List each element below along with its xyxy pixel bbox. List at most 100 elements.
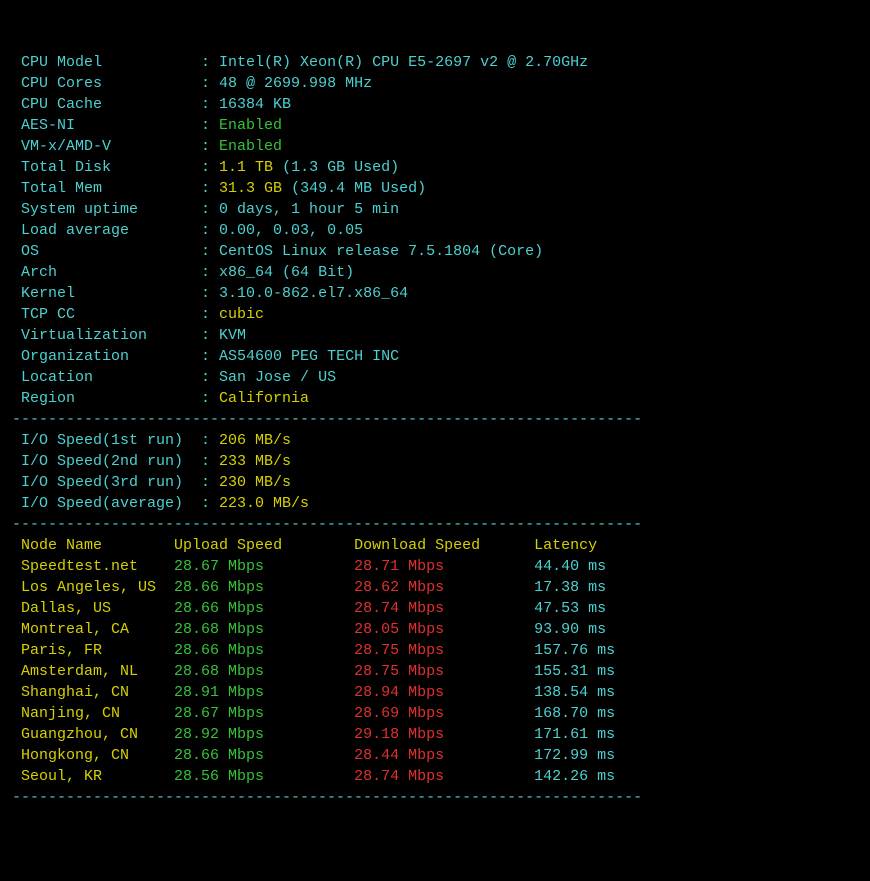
- io-label: I/O Speed(3rd run): [12, 474, 201, 491]
- io-value: 230 MB/s: [219, 474, 291, 491]
- download-speed: 28.94 Mbps: [354, 684, 534, 701]
- sys-label: System uptime: [12, 201, 201, 218]
- download-speed: 28.05 Mbps: [354, 621, 534, 638]
- latency: 47.53 ms: [534, 600, 606, 617]
- sys-label: OS: [12, 243, 201, 260]
- colon: :: [201, 117, 219, 134]
- node-name: Seoul, KR: [21, 768, 174, 785]
- colon: :: [201, 348, 219, 365]
- colon: :: [201, 327, 219, 344]
- sys-value: San Jose / US: [219, 369, 336, 386]
- upload-speed: 28.66 Mbps: [174, 600, 354, 617]
- sys-value: 31.3 GB: [219, 180, 282, 197]
- latency: 172.99 ms: [534, 747, 615, 764]
- node-name: Shanghai, CN: [21, 684, 174, 701]
- colon: :: [201, 432, 219, 449]
- divider: ----------------------------------------…: [12, 411, 642, 428]
- sys-extra: (349.4 MB Used): [282, 180, 426, 197]
- io-value: 223.0 MB/s: [219, 495, 309, 512]
- download-speed: 28.75 Mbps: [354, 663, 534, 680]
- node-name: Los Angeles, US: [21, 579, 174, 596]
- colon: :: [201, 96, 219, 113]
- sys-label: CPU Model: [12, 54, 201, 71]
- download-speed: 28.62 Mbps: [354, 579, 534, 596]
- sys-value: AS54600 PEG TECH INC: [219, 348, 399, 365]
- upload-speed: 28.67 Mbps: [174, 705, 354, 722]
- sys-label: Organization: [12, 348, 201, 365]
- node-name: Guangzhou, CN: [21, 726, 174, 743]
- upload-speed: 28.66 Mbps: [174, 642, 354, 659]
- colon: :: [201, 453, 219, 470]
- sys-label: CPU Cores: [12, 75, 201, 92]
- latency: 155.31 ms: [534, 663, 615, 680]
- sys-value: KVM: [219, 327, 246, 344]
- io-value: 233 MB/s: [219, 453, 291, 470]
- sys-value: 0.00, 0.03, 0.05: [219, 222, 363, 239]
- upload-speed: 28.66 Mbps: [174, 747, 354, 764]
- col-header: Download Speed: [354, 537, 534, 554]
- io-label: I/O Speed(average): [12, 495, 201, 512]
- node-name: Hongkong, CN: [21, 747, 174, 764]
- download-speed: 28.75 Mbps: [354, 642, 534, 659]
- sys-label: CPU Cache: [12, 96, 201, 113]
- upload-speed: 28.66 Mbps: [174, 579, 354, 596]
- upload-speed: 28.92 Mbps: [174, 726, 354, 743]
- terminal-output: CPU Model : Intel(R) Xeon(R) CPU E5-2697…: [12, 52, 858, 808]
- colon: :: [201, 306, 219, 323]
- download-speed: 28.74 Mbps: [354, 768, 534, 785]
- node-name: Montreal, CA: [21, 621, 174, 638]
- io-label: I/O Speed(2nd run): [12, 453, 201, 470]
- upload-speed: 28.68 Mbps: [174, 663, 354, 680]
- sys-value: x86_64 (64 Bit): [219, 264, 354, 281]
- colon: :: [201, 54, 219, 71]
- col-header: Upload Speed: [174, 537, 354, 554]
- colon: :: [201, 243, 219, 260]
- colon: :: [201, 495, 219, 512]
- download-speed: 29.18 Mbps: [354, 726, 534, 743]
- upload-speed: 28.68 Mbps: [174, 621, 354, 638]
- latency: 17.38 ms: [534, 579, 606, 596]
- sys-label: Virtualization: [12, 327, 201, 344]
- colon: :: [201, 222, 219, 239]
- sys-value: California: [219, 390, 309, 407]
- sys-value: 0 days, 1 hour 5 min: [219, 201, 399, 218]
- latency: 93.90 ms: [534, 621, 606, 638]
- col-header: Latency: [534, 537, 597, 554]
- col-header: Node Name: [21, 537, 174, 554]
- sys-label: Location: [12, 369, 201, 386]
- sys-value: Enabled: [219, 138, 282, 155]
- upload-speed: 28.56 Mbps: [174, 768, 354, 785]
- upload-speed: 28.91 Mbps: [174, 684, 354, 701]
- sys-label: Arch: [12, 264, 201, 281]
- node-name: Speedtest.net: [21, 558, 174, 575]
- sys-value: 1.1 TB: [219, 159, 273, 176]
- colon: :: [201, 474, 219, 491]
- sys-value: Enabled: [219, 117, 282, 134]
- divider: ----------------------------------------…: [12, 789, 642, 806]
- download-speed: 28.69 Mbps: [354, 705, 534, 722]
- sys-label: AES-NI: [12, 117, 201, 134]
- download-speed: 28.71 Mbps: [354, 558, 534, 575]
- sys-value: Intel(R) Xeon(R) CPU E5-2697 v2 @ 2.70GH…: [219, 54, 588, 71]
- node-name: Nanjing, CN: [21, 705, 174, 722]
- sys-value: 3.10.0-862.el7.x86_64: [219, 285, 408, 302]
- colon: :: [201, 369, 219, 386]
- sys-label: Region: [12, 390, 201, 407]
- latency: 157.76 ms: [534, 642, 615, 659]
- download-speed: 28.44 Mbps: [354, 747, 534, 764]
- sys-value: 16384 KB: [219, 96, 291, 113]
- sys-label: VM-x/AMD-V: [12, 138, 201, 155]
- sys-value: cubic: [219, 306, 264, 323]
- latency: 168.70 ms: [534, 705, 615, 722]
- latency: 138.54 ms: [534, 684, 615, 701]
- latency: 171.61 ms: [534, 726, 615, 743]
- colon: :: [201, 159, 219, 176]
- latency: 44.40 ms: [534, 558, 606, 575]
- sys-label: Total Disk: [12, 159, 201, 176]
- colon: :: [201, 264, 219, 281]
- sys-label: TCP CC: [12, 306, 201, 323]
- sys-label: Total Mem: [12, 180, 201, 197]
- download-speed: 28.74 Mbps: [354, 600, 534, 617]
- node-name: Dallas, US: [21, 600, 174, 617]
- colon: :: [201, 138, 219, 155]
